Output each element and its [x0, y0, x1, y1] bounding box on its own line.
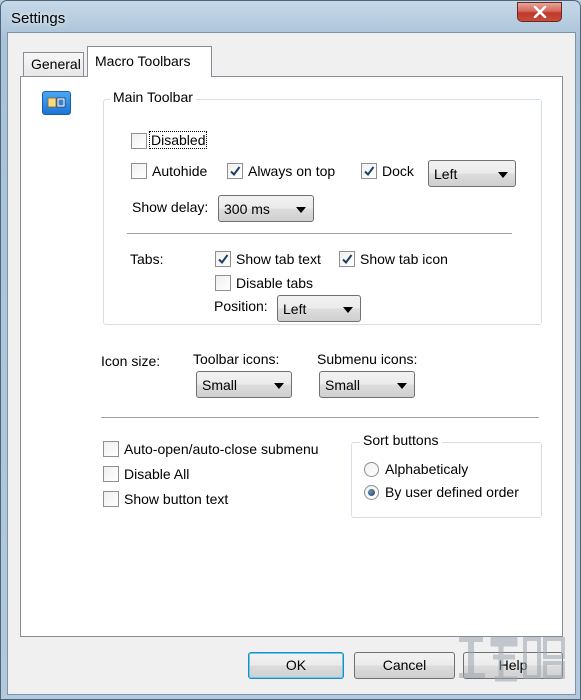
submenu-icons-select[interactable]: Small — [319, 371, 415, 398]
chevron-down-icon — [274, 383, 284, 389]
tab-macro-toolbars[interactable]: Macro Toolbars — [87, 46, 212, 77]
sort-buttons-group-title: Sort buttons — [360, 432, 442, 448]
chevron-down-icon — [296, 207, 306, 213]
tab-general-label: General — [31, 56, 81, 72]
close-icon — [533, 6, 546, 18]
ok-button-label: OK — [285, 657, 307, 673]
section-divider — [101, 417, 539, 419]
autohide-checkbox[interactable] — [131, 163, 147, 179]
icon-size-label: Icon size: — [101, 353, 161, 369]
show-delay-value: 300 ms — [224, 201, 270, 217]
disabled-label[interactable]: Disabled — [148, 131, 208, 149]
title-bar[interactable]: Settings — [1, 1, 580, 35]
close-button[interactable] — [517, 2, 562, 22]
alphabetically-radio[interactable] — [364, 462, 379, 477]
toolbar-preview-glyph — [47, 97, 66, 108]
dock-checkbox[interactable] — [361, 163, 377, 179]
cancel-button-label: Cancel — [382, 657, 427, 673]
show-tab-text-checkbox[interactable] — [215, 251, 231, 267]
show-delay-label: Show delay: — [132, 199, 209, 215]
chevron-down-icon — [343, 307, 353, 313]
toolbar-icons-select[interactable]: Small — [196, 371, 292, 398]
always-on-top-label[interactable]: Always on top — [248, 163, 335, 179]
alphabetically-label[interactable]: Alphabeticaly — [385, 461, 468, 477]
watermark-logo — [459, 636, 565, 682]
autohide-label[interactable]: Autohide — [152, 163, 207, 179]
dock-select-value: Left — [434, 166, 458, 182]
auto-open-close-checkbox[interactable] — [103, 441, 119, 457]
check-icon — [230, 166, 241, 177]
toolbar-preview-icon[interactable] — [42, 91, 71, 115]
window-title: Settings — [11, 10, 66, 27]
disable-tabs-label[interactable]: Disable tabs — [236, 275, 313, 291]
sort-buttons-group — [351, 442, 542, 518]
show-button-text-label[interactable]: Show button text — [124, 491, 228, 507]
disable-tabs-checkbox[interactable] — [215, 275, 231, 291]
settings-window: Settings General Macro Toolbars Main Too… — [0, 0, 581, 700]
disable-all-checkbox[interactable] — [103, 466, 119, 482]
tab-general[interactable]: General — [23, 52, 84, 77]
show-tab-icon-label[interactable]: Show tab icon — [360, 251, 448, 267]
check-icon — [342, 254, 353, 265]
user-defined-order-radio[interactable] — [364, 485, 379, 500]
check-icon — [218, 254, 229, 265]
disabled-checkbox[interactable] — [131, 133, 147, 149]
dock-label[interactable]: Dock — [382, 163, 414, 179]
main-toolbar-divider — [127, 233, 512, 235]
tabs-label: Tabs: — [130, 251, 164, 267]
show-button-text-checkbox[interactable] — [103, 491, 119, 507]
submenu-icons-value: Small — [325, 377, 361, 393]
dock-select[interactable]: Left — [428, 160, 516, 187]
show-tab-text-label[interactable]: Show tab text — [236, 251, 321, 267]
always-on-top-checkbox[interactable] — [227, 163, 243, 179]
show-tab-icon-checkbox[interactable] — [339, 251, 355, 267]
auto-open-close-label[interactable]: Auto-open/auto-close submenu — [124, 441, 319, 457]
check-icon — [364, 166, 375, 177]
toolbar-icons-label: Toolbar icons: — [193, 351, 280, 367]
user-defined-order-label[interactable]: By user defined order — [385, 484, 519, 500]
chevron-down-icon — [397, 383, 407, 389]
cancel-button[interactable]: Cancel — [354, 652, 455, 679]
dialog-body: General Macro Toolbars Main Toolbar Disa… — [7, 32, 576, 695]
ok-button[interactable]: OK — [248, 652, 344, 679]
position-select[interactable]: Left — [277, 295, 361, 322]
show-delay-select[interactable]: 300 ms — [218, 195, 314, 222]
submenu-icons-label: Submenu icons: — [317, 351, 418, 367]
disable-all-label[interactable]: Disable All — [124, 466, 189, 482]
position-value: Left — [283, 301, 307, 317]
position-label: Position: — [214, 298, 268, 314]
chevron-down-icon — [498, 172, 508, 178]
main-toolbar-group-title: Main Toolbar — [110, 89, 196, 105]
toolbar-icons-value: Small — [202, 377, 238, 393]
tab-macro-toolbars-label: Macro Toolbars — [95, 53, 191, 69]
tab-panel-macro-toolbars: Main Toolbar Disabled Autohide Always on… — [20, 76, 563, 637]
